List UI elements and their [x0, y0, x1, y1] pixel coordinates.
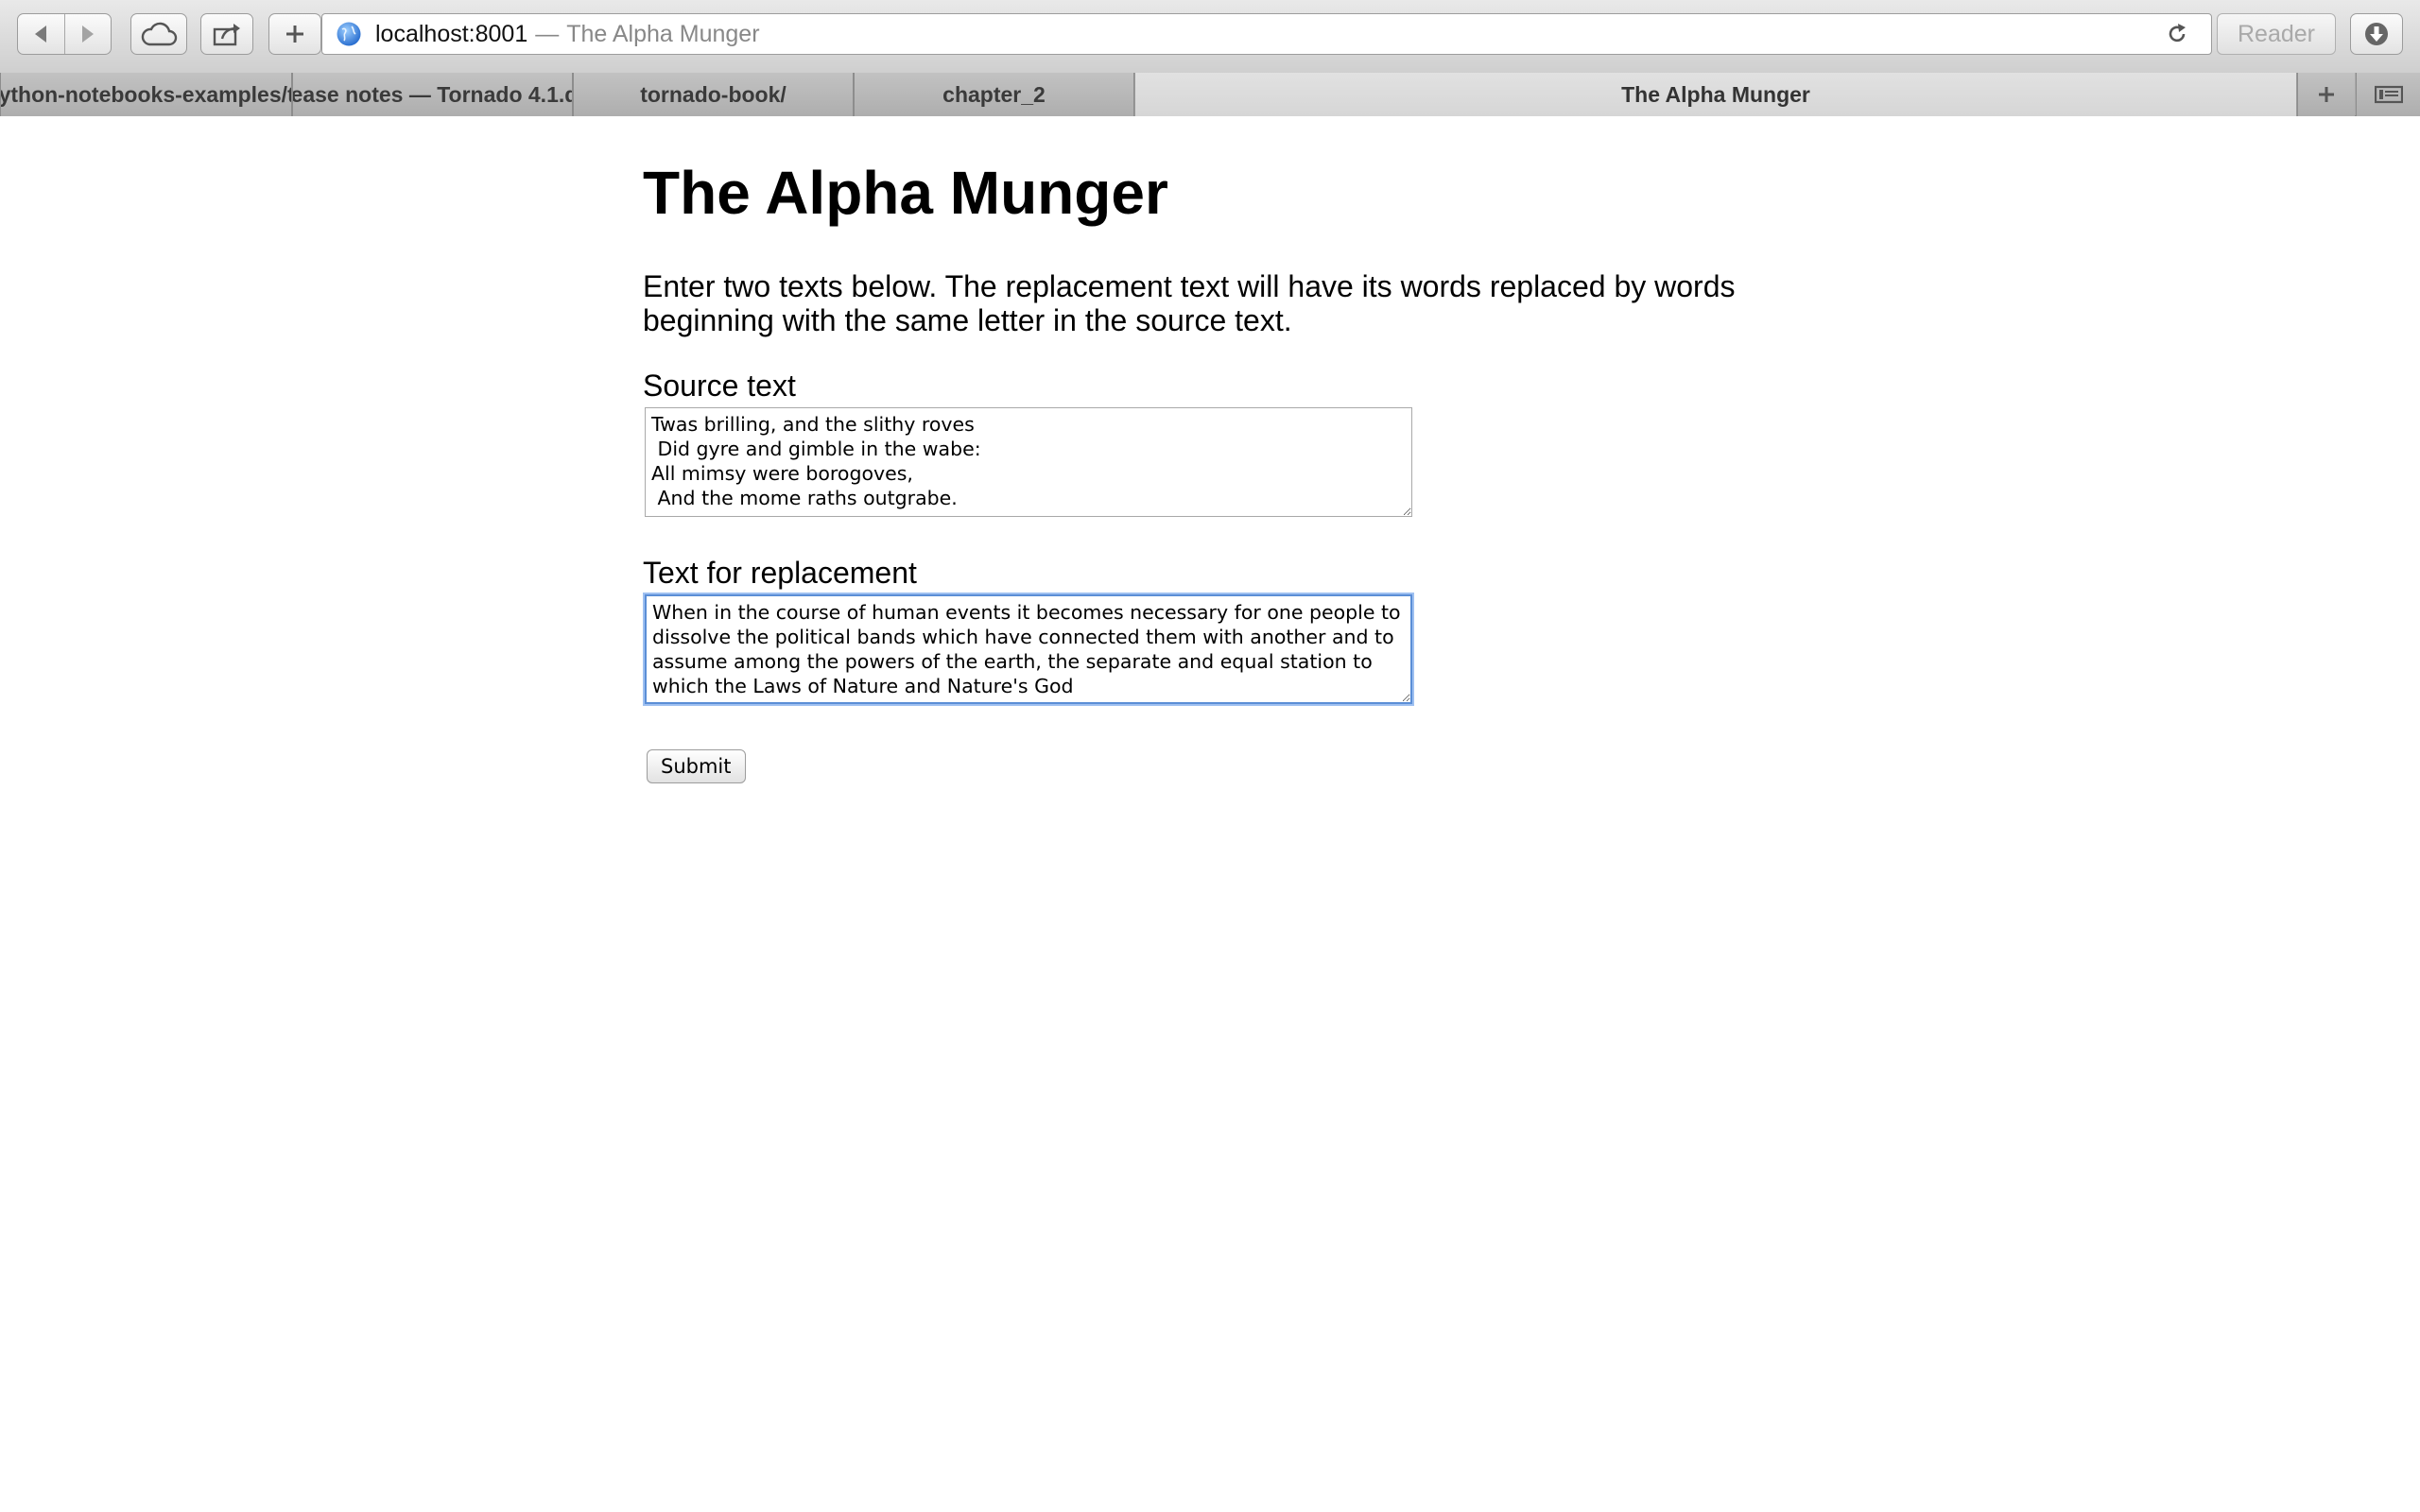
add-tab-button[interactable]: [2297, 73, 2355, 116]
nav-button-group: [17, 13, 112, 55]
tab-tornado-book[interactable]: tornado-book/: [573, 73, 854, 116]
tab-label: chapter_2: [942, 81, 1046, 107]
tab-label: ipython-notebooks-examples/t...: [1, 81, 291, 107]
reload-icon[interactable]: [2166, 23, 2188, 45]
back-button[interactable]: [18, 14, 64, 54]
submit-button[interactable]: Submit: [647, 749, 746, 783]
new-tab-icon: [286, 26, 303, 43]
source-text-label: Source text: [643, 369, 796, 403]
page-content: The Alpha Munger Enter two texts below. …: [643, 116, 1815, 783]
new-tab-button[interactable]: [268, 13, 321, 55]
icloud-tabs-button[interactable]: [130, 13, 187, 55]
page-title: The Alpha Munger: [643, 159, 1168, 227]
tab-label: Release notes — Tornado 4.1.de...: [292, 81, 572, 107]
download-icon: [2365, 23, 2388, 45]
tab-release-notes[interactable]: Release notes — Tornado 4.1.de...: [292, 73, 573, 116]
browser-toolbar: localhost:8001 — The Alpha Munger Reader: [0, 0, 2420, 74]
replacement-text-label: Text for replacement: [643, 556, 917, 590]
back-icon: [35, 26, 47, 43]
tab-label: tornado-book/: [640, 81, 786, 107]
replacement-text-input[interactable]: When in the course of human events it be…: [645, 594, 1412, 704]
tab-overview-button[interactable]: [2356, 73, 2420, 116]
share-icon: [213, 24, 240, 46]
url-host: localhost:8001: [375, 20, 528, 47]
intro-text: Enter two texts below. The replacement t…: [643, 269, 1736, 337]
downloads-button[interactable]: [2350, 13, 2403, 55]
icloud-icon: [141, 22, 178, 46]
tab-label: The Alpha Munger: [1621, 81, 1810, 107]
tab-bar: ipython-notebooks-examples/t... Release …: [0, 73, 2420, 116]
url-text: localhost:8001 — The Alpha Munger: [375, 21, 760, 48]
tab-ipython-notebooks[interactable]: ipython-notebooks-examples/t...: [0, 73, 292, 116]
source-text-input[interactable]: Twas brilling, and the slithy roves Did …: [645, 407, 1412, 517]
tab-alpha-munger[interactable]: The Alpha Munger: [1134, 73, 2297, 116]
url-page-title: The Alpha Munger: [566, 20, 760, 47]
address-bar[interactable]: localhost:8001 — The Alpha Munger: [321, 13, 2212, 55]
reader-button[interactable]: Reader: [2217, 13, 2336, 55]
url-separator: —: [535, 20, 560, 47]
share-button[interactable]: [200, 13, 253, 55]
globe-icon: [337, 22, 361, 46]
plus-icon: [2319, 87, 2334, 102]
forward-button[interactable]: [63, 14, 112, 54]
tab-overview-icon: [2375, 85, 2403, 104]
tab-chapter-2[interactable]: chapter_2: [854, 73, 1134, 116]
forward-icon: [81, 26, 94, 43]
